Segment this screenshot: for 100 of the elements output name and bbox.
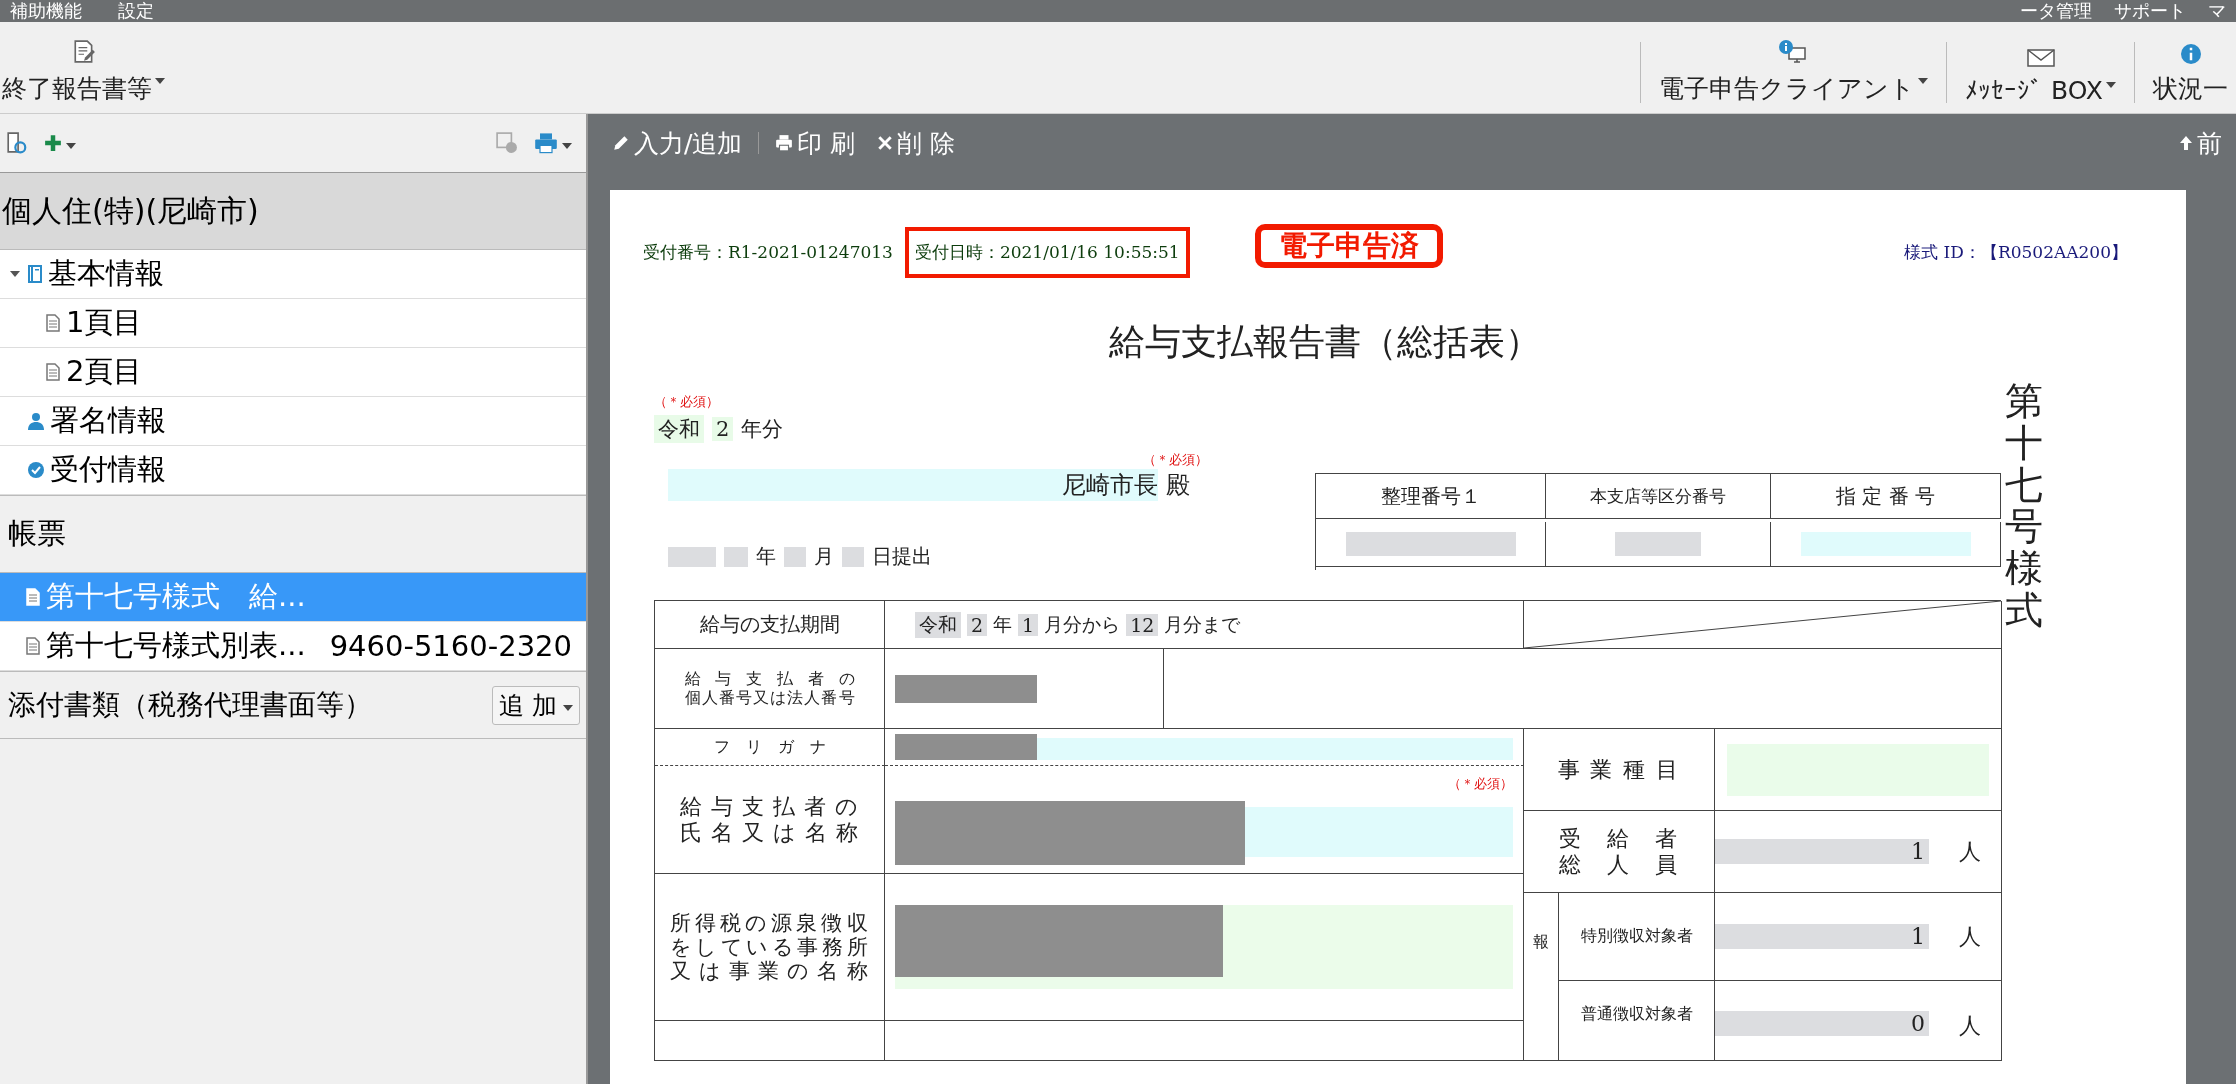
tree-item-label: 受付情報 (50, 451, 166, 488)
mail-icon (2025, 46, 2056, 68)
caret-icon (562, 143, 572, 149)
addressee-field[interactable]: 尼崎市長 (668, 469, 1158, 501)
tree-item-label: 1頁目 (66, 304, 143, 341)
previous-button[interactable]: 前 (2173, 126, 2228, 160)
section-title: 添付書類（税務代理書面等） (8, 687, 372, 723)
year-field[interactable] (724, 546, 748, 567)
printer-icon (534, 132, 558, 154)
era-field[interactable]: 令和 (915, 611, 961, 638)
printer-icon (775, 134, 794, 152)
form-number: 9460-5160-2320 (329, 629, 572, 663)
toolbar-button[interactable]: 電子申告クライアント (1651, 22, 1937, 113)
row-label: 所得税の源泉徴収 (669, 910, 870, 935)
row-label: 普通徴収対象者 (1580, 1005, 1693, 1024)
add-button[interactable]: 追 加 (492, 685, 580, 725)
caret-icon (563, 705, 573, 711)
unit-label: 月分まで (1164, 611, 1241, 637)
panel-title: 個人住(特)(尼崎市) (2, 191, 259, 230)
row-label: 受給者 (1559, 826, 1679, 852)
menu-item[interactable]: マ (2208, 0, 2226, 22)
tree-item[interactable]: 受付情報 (0, 446, 586, 495)
row-label: 給与支払者の (679, 794, 860, 820)
input-field[interactable] (1345, 532, 1516, 556)
input-field[interactable] (1245, 806, 1513, 857)
form-name: 第十七号様式別表... (46, 627, 306, 664)
form-name: 第十七号様式 給... (46, 578, 306, 615)
unit-label: 人 (1959, 837, 1981, 866)
form-number-vertical: 第十七号様式 (2005, 381, 2043, 634)
row-label: 給与支払者の (684, 670, 855, 689)
required-note: （＊必須） (654, 394, 719, 409)
section-title: 帳票 (8, 515, 66, 552)
unit-label: 年 (993, 611, 1013, 637)
expand-caret-icon[interactable] (10, 269, 20, 279)
menu-item[interactable]: ータ管理 (2020, 0, 2092, 22)
menu-item[interactable]: 設定 (118, 0, 154, 22)
document-icon (46, 363, 60, 381)
caret-icon (66, 143, 76, 149)
toolbar-button[interactable]: ﾒｯｾｰｼﾞ BOX (1957, 22, 2124, 113)
row-label: 給与の支払期間 (699, 613, 840, 636)
tree-item[interactable]: 1頁目 (0, 299, 586, 348)
receipt-datetime: 受付日時：2021/01/16 10:55:51 (904, 227, 1190, 278)
book-icon (28, 265, 42, 283)
toolbar-button[interactable]: 入力/追加 (606, 126, 749, 160)
document-icon (26, 588, 40, 606)
form-list-item[interactable]: 第十七号様式別表... 9460-5160-2320 (0, 622, 586, 671)
check-circle-icon (28, 462, 44, 478)
row-label: 報 (1533, 933, 1549, 952)
up-arrow-icon (2179, 135, 2193, 151)
count-field[interactable]: 1 (1715, 924, 1929, 949)
month-field[interactable] (784, 546, 806, 567)
era-field[interactable] (668, 546, 716, 567)
toolbar-button[interactable]: 状況一 (2145, 22, 2236, 113)
pencil-icon (612, 134, 630, 152)
document-icon (46, 314, 60, 332)
form-id: 様式 ID：【R0502AA200】 (1904, 241, 2128, 264)
month-field[interactable]: 1 (1018, 613, 1039, 636)
year-label: 年分 (741, 416, 784, 443)
tree-item[interactable]: 署名情報 (0, 397, 586, 446)
input-field[interactable] (1800, 532, 1971, 556)
row-label: 個人番号又は法人番号 (684, 688, 855, 707)
era-field[interactable]: 令和 (654, 415, 704, 443)
required-note: （＊必須） (1448, 774, 1513, 793)
date-label: 月 (814, 543, 834, 570)
input-field[interactable] (1037, 738, 1513, 760)
table-header: 指 定 番 号 (1835, 482, 1936, 510)
close-icon (877, 135, 894, 151)
tree-item-label: 基本情報 (48, 255, 164, 292)
row-label: 特別徴収対象者 (1580, 927, 1693, 946)
form-title: 給与支払報告書（総括表） (1107, 320, 1542, 364)
person-icon (28, 412, 44, 430)
month-field[interactable]: 12 (1126, 613, 1159, 636)
document-edit-icon (72, 40, 95, 64)
table-header: 整理番号１ (1380, 482, 1481, 510)
menu-item[interactable]: 補助機能 (10, 0, 82, 22)
tree-item[interactable]: 基本情報 (0, 250, 586, 299)
input-field[interactable] (1615, 532, 1701, 556)
add-button[interactable] (42, 132, 78, 154)
tree-item-label: 2頁目 (66, 353, 143, 390)
count-field[interactable]: 1 (1715, 839, 1929, 864)
year-field[interactable]: 2 (967, 613, 988, 636)
row-label: 事 業 種 目 (1557, 756, 1681, 783)
toolbar-button[interactable]: 印 刷 (769, 126, 862, 160)
toolbar-button[interactable]: 終了報告書等 (0, 22, 173, 113)
table-header: 本支店等区分番号 (1590, 484, 1726, 508)
row-label: 又は事業の名称 (669, 959, 870, 984)
refresh-document-icon (6, 132, 28, 154)
row-label: 氏名又は名称 (679, 819, 860, 845)
count-field[interactable]: 0 (1715, 1011, 1929, 1036)
required-note: （＊必須） (1143, 451, 1208, 469)
toolbar-button[interactable]: 削 除 (871, 126, 962, 160)
monitor-icon (1778, 40, 1809, 64)
row-label: 総人員 (1559, 851, 1679, 877)
date-label: 年 (756, 543, 776, 570)
menu-item[interactable]: サポート (2114, 0, 2186, 22)
day-field[interactable] (842, 546, 864, 567)
date-label: 日提出 (872, 543, 932, 570)
print-button[interactable] (532, 130, 574, 156)
year-field[interactable]: 2 (712, 417, 734, 441)
tree-item[interactable]: 2頁目 (0, 348, 586, 397)
